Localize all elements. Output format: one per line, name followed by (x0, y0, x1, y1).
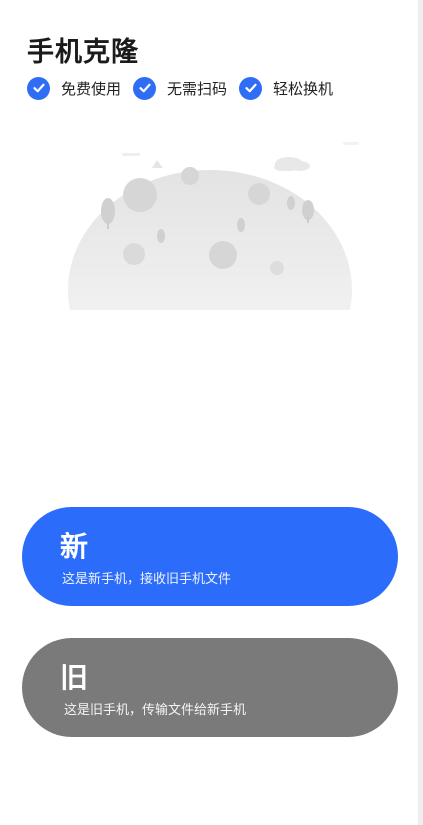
feature-item-no-scan: 无需扫码 (133, 76, 228, 100)
check-circle-icon (133, 76, 157, 100)
old-phone-title: 旧 (60, 661, 89, 694)
check-circle-icon (27, 76, 50, 100)
old-phone-button[interactable]: 旧 这是旧手机，传输文件给新手机 (22, 638, 398, 737)
feature-item-free: 免费使用 (27, 76, 122, 100)
feature-label: 轻松换机 (273, 79, 334, 98)
new-phone-description: 这是新手机，接收旧手机文件 (62, 572, 232, 587)
phone-clone-screen: 手机克隆 免费使用 无需扫码 轻松换机 新 这是新手机，接收旧手机文件 旧 这是… (0, 0, 418, 825)
feature-list: 免费使用 无需扫码 轻松换机 (27, 76, 345, 100)
feature-label: 免费使用 (61, 79, 122, 98)
page-title: 手机克隆 (27, 37, 139, 68)
check-circle-icon (239, 76, 263, 100)
moon-illustration (68, 142, 359, 310)
old-phone-description: 这是旧手机，传输文件给新手机 (64, 703, 247, 718)
screen-edge (418, 0, 423, 825)
new-phone-title: 新 (60, 530, 89, 563)
new-phone-button[interactable]: 新 这是新手机，接收旧手机文件 (22, 507, 398, 606)
feature-label: 无需扫码 (167, 79, 228, 98)
feature-item-easy-switch: 轻松换机 (239, 76, 334, 100)
